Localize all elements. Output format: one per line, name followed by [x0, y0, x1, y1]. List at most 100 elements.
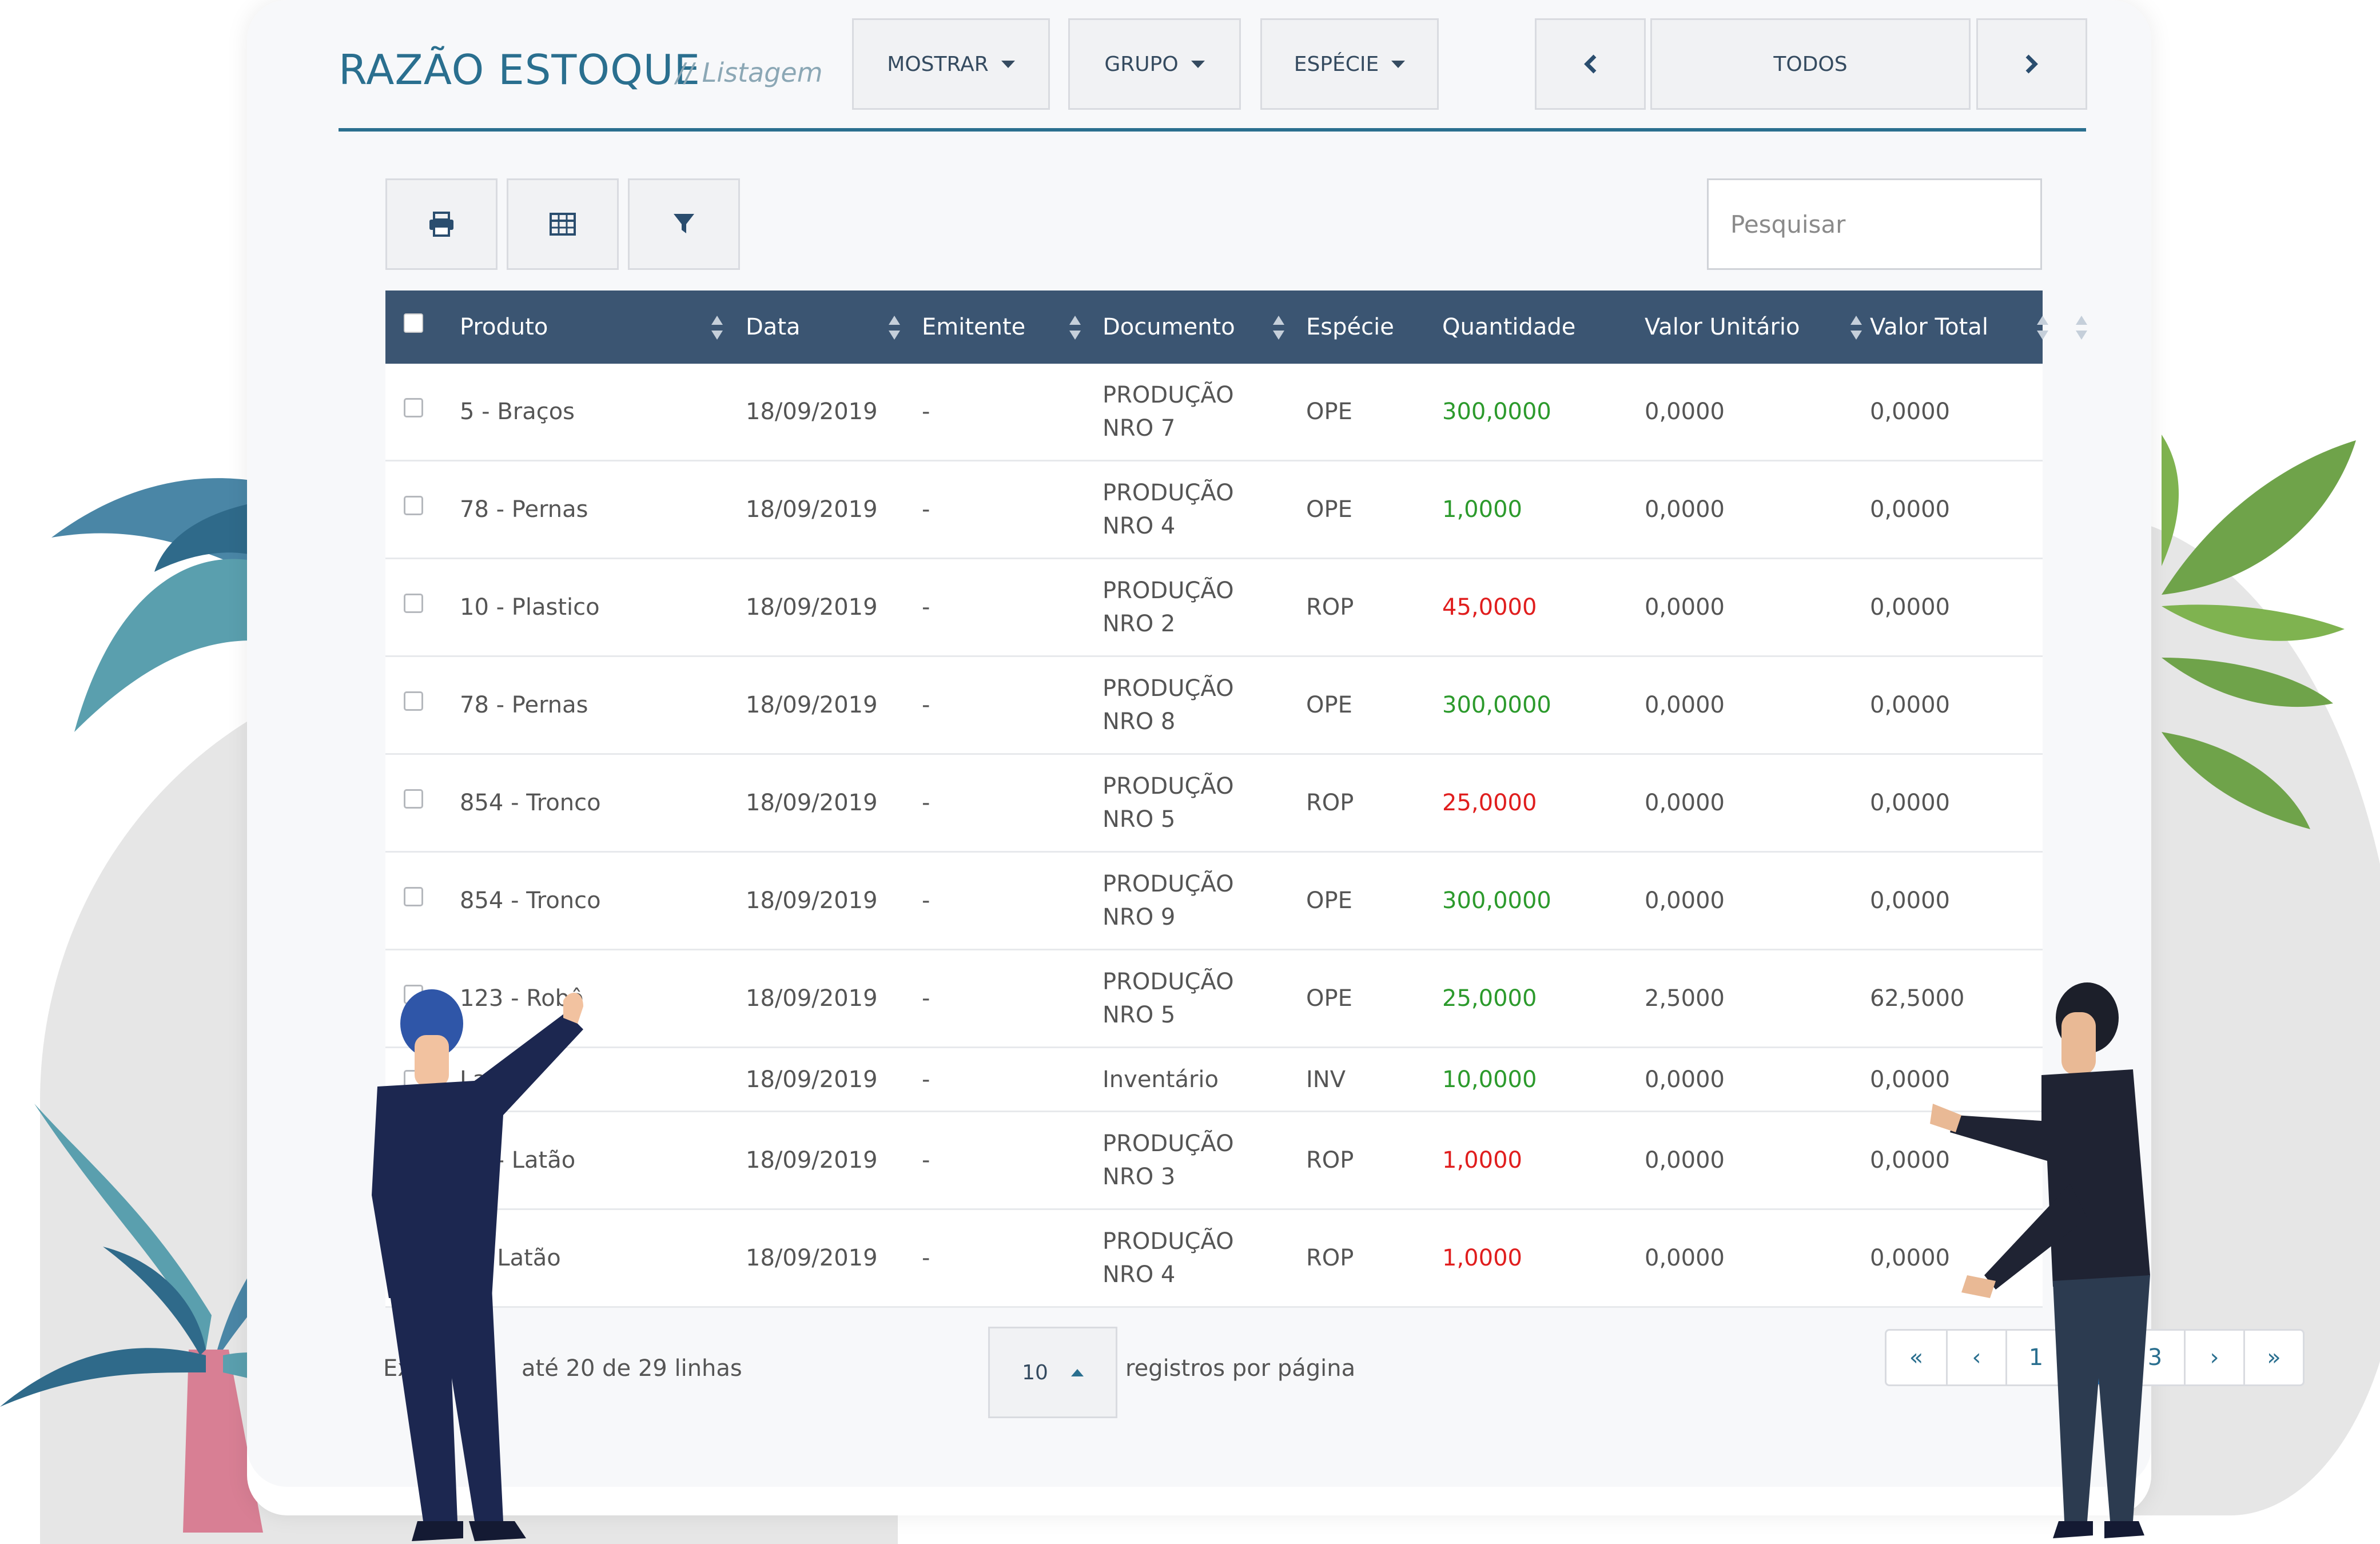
documento-line-2: NRO 4: [1103, 1262, 1176, 1288]
print-button[interactable]: [385, 178, 498, 270]
cell-valor-total: 0,0000: [1870, 399, 1950, 425]
cell-data: 18/09/2019: [746, 496, 878, 523]
documento-line-2: NRO 4: [1103, 513, 1176, 539]
cell-quantidade: 300,0000: [1442, 888, 1551, 914]
table-row[interactable]: 10 - Plastico 18/09/2019 - PRODUÇÃO NRO 2 ROP…: [385, 559, 2043, 657]
cell-documento: PRODUÇÃO NRO 7: [1103, 364, 1234, 460]
sort-icon[interactable]: [889, 316, 900, 341]
filter-button[interactable]: [628, 178, 740, 270]
table-row[interactable]: 854 - Tronco 18/09/2019 - PRODUÇÃO NRO 9 OPE 3…: [385, 853, 2043, 950]
person-illustration-left: [372, 989, 583, 1541]
page-subtitle: // Listagem: [676, 57, 823, 88]
column-header-data[interactable]: Data: [746, 291, 801, 364]
cell-emitente: -: [922, 496, 930, 523]
period-selector[interactable]: TODOS: [1650, 18, 1971, 110]
column-header-produto[interactable]: Produto: [460, 291, 548, 364]
mostrar-dropdown-button[interactable]: MOSTRAR: [852, 18, 1050, 110]
documento-line-1: PRODUÇÃO: [1103, 871, 1234, 897]
table-row[interactable]: 5 - Latão 18/09/2019- PRODUÇÃO NRO 4 ROP 1,00…: [385, 1210, 2043, 1308]
cell-emitente: -: [922, 888, 930, 914]
caret-down-icon: [1191, 60, 1205, 68]
documento-line-2: NRO 2: [1103, 611, 1176, 637]
print-icon: [429, 212, 453, 237]
table-row[interactable]: 123 - Robô 18/09/2019- PRODUÇÃO NRO 5 OPE 25,…: [385, 950, 2043, 1048]
filter-icon: [674, 214, 694, 233]
per-page-select[interactable]: 10: [988, 1327, 1117, 1418]
grupo-dropdown-button[interactable]: GRUPO: [1068, 18, 1241, 110]
cell-especie: OPE: [1306, 399, 1352, 425]
documento-line-1: PRODUÇÃO: [1103, 1228, 1234, 1255]
table-row[interactable]: 78 - Pernas 18/09/2019 - PRODUÇÃO NRO 4 OPE 1,…: [385, 461, 2043, 559]
cell-especie: ROP: [1306, 1147, 1354, 1173]
cell-data: 18/09/2019: [746, 594, 878, 620]
table-row[interactable]: 78 - Pernas 18/09/2019 - PRODUÇÃO NRO 8 OPE 30…: [385, 657, 2043, 755]
table-row[interactable]: 5 - Braços 18/09/2019 - PRODUÇÃO NRO 7 OPE 300…: [385, 364, 2043, 461]
sort-icon[interactable]: [1273, 316, 1284, 341]
cell-data: 18/09/2019: [746, 1066, 878, 1093]
cell-valor-unitario: 0,0000: [1645, 594, 1725, 620]
documento-line-1: Inventário: [1103, 1066, 1219, 1093]
cell-valor-unitario: 0,0000: [1645, 790, 1725, 816]
cell-documento: PRODUÇÃO NRO 9: [1103, 853, 1234, 949]
plant-leaves-left-top: [51, 478, 252, 732]
especie-label: ESPÉCIE: [1294, 52, 1379, 76]
select-all-checkbox[interactable]: [404, 313, 423, 333]
documento-line-1: PRODUÇÃO: [1103, 578, 1234, 604]
cell-produto: 10 - Plastico: [460, 594, 600, 620]
table-row[interactable]: Latão18/09/2019-InventárioINV10,00000,00…: [385, 1048, 2043, 1112]
cell-quantidade: 1,0000: [1442, 1245, 1522, 1271]
header-divider: [339, 128, 2086, 132]
pagination-next[interactable]: ›: [2184, 1331, 2243, 1384]
sort-icon[interactable]: [2037, 316, 2048, 341]
cell-especie: OPE: [1306, 496, 1352, 523]
documento-line-1: PRODUÇÃO: [1103, 969, 1234, 995]
table-row[interactable]: 65 - Latão 18/09/2019- PRODUÇÃO NRO 3 ROP 1,0…: [385, 1112, 2043, 1210]
grupo-label: GRUPO: [1104, 52, 1179, 76]
mostrar-label: MOSTRAR: [887, 52, 989, 76]
cell-documento: PRODUÇÃO NRO 4: [1103, 461, 1234, 558]
documento-line-2: NRO 3: [1103, 1164, 1176, 1190]
sort-icon[interactable]: [711, 316, 723, 341]
cell-produto: 5 - Braços: [460, 399, 575, 425]
cell-data: 18/09/2019: [746, 1147, 878, 1173]
documento-line-2: NRO 5: [1103, 1002, 1176, 1028]
column-header-emitente[interactable]: Emitente: [922, 291, 1025, 364]
page-title: RAZÃO ESTOQUE: [339, 46, 701, 94]
cell-produto: 78 - Pernas: [460, 496, 588, 523]
column-header-especie[interactable]: Espécie: [1306, 291, 1394, 364]
row-checkbox[interactable]: [404, 398, 423, 417]
documento-line-1: PRODUÇÃO: [1103, 480, 1234, 506]
per-page-value: 10: [1022, 1360, 1048, 1384]
cell-produto: 854 - Tronco: [460, 888, 601, 914]
sort-icon[interactable]: [2076, 316, 2087, 341]
cell-produto: 854 - Tronco: [460, 790, 601, 816]
next-period-button[interactable]: [1976, 18, 2087, 110]
sort-icon[interactable]: [1850, 316, 1862, 341]
cell-valor-total: 0,0000: [1870, 888, 1950, 914]
sort-icon[interactable]: [1069, 316, 1081, 341]
pagination-last[interactable]: »: [2243, 1331, 2303, 1384]
column-header-documento[interactable]: Documento: [1103, 291, 1235, 364]
cell-valor-unitario: 0,0000: [1645, 1066, 1725, 1093]
previous-period-button[interactable]: [1535, 18, 1646, 110]
table-view-button[interactable]: [507, 178, 619, 270]
documento-line-1: PRODUÇÃO: [1103, 382, 1234, 408]
documento-line-2: NRO 5: [1103, 806, 1176, 833]
search-input[interactable]: [1707, 178, 2042, 270]
table-body: 5 - Braços 18/09/2019 - PRODUÇÃO NRO 7 OPE 300…: [385, 364, 2043, 1308]
column-header-quantidade[interactable]: Quantidade: [1442, 291, 1575, 364]
cell-documento: PRODUÇÃO NRO 5: [1103, 755, 1234, 851]
row-checkbox[interactable]: [404, 789, 423, 809]
cell-produto: 78 - Pernas: [460, 692, 588, 718]
column-header-valor-unitario[interactable]: Valor Unitário: [1645, 291, 1800, 364]
row-checkbox[interactable]: [404, 887, 423, 906]
row-checkbox[interactable]: [404, 496, 423, 515]
cell-valor-unitario: 2,5000: [1645, 985, 1725, 1012]
table-row[interactable]: 854 - Tronco 18/09/2019 - PRODUÇÃO NRO 5 ROP 2…: [385, 755, 2043, 853]
row-checkbox[interactable]: [404, 691, 423, 711]
row-checkbox[interactable]: [404, 594, 423, 613]
especie-dropdown-button[interactable]: ESPÉCIE: [1260, 18, 1439, 110]
column-header-valor-total[interactable]: Valor Total: [1870, 291, 1988, 364]
cell-valor-unitario: 0,0000: [1645, 399, 1725, 425]
documento-line-2: NRO 9: [1103, 904, 1176, 930]
